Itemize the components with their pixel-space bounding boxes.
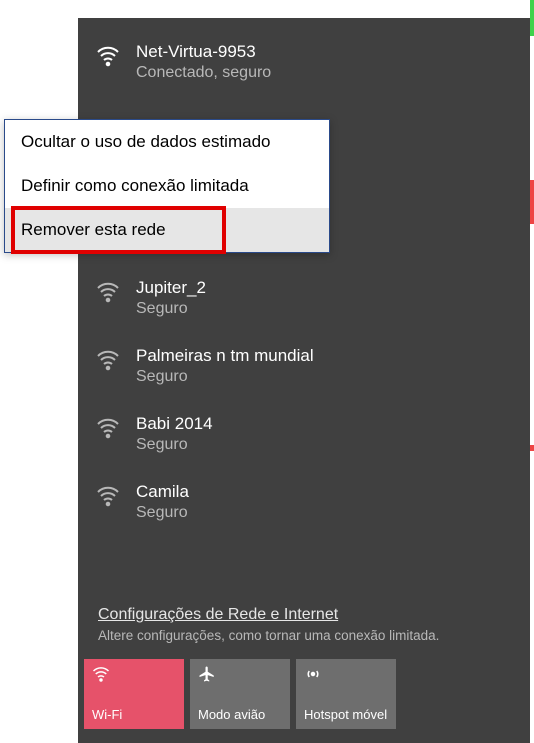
network-item[interactable]: Camila Seguro [78, 468, 530, 536]
wifi-icon [96, 44, 120, 68]
network-name: Net-Virtua-9953 [136, 42, 271, 62]
network-context-menu: Ocultar o uso de dados estimado Definir … [4, 119, 330, 253]
edge-marker-icon [530, 445, 534, 451]
wifi-tile[interactable]: Wi-Fi [84, 659, 184, 729]
menu-forget-network[interactable]: Remover esta rede [5, 208, 329, 252]
tile-label: Wi-Fi [92, 708, 176, 723]
quick-action-tiles: Wi-Fi Modo avião Hotspot móvel [78, 653, 530, 743]
network-list: Net-Virtua-9953 Conectado, seguro Jupite… [78, 18, 530, 604]
network-status: Seguro [136, 300, 206, 318]
wifi-icon [92, 665, 176, 683]
network-settings-link[interactable]: Configurações de Rede e Internet [98, 606, 510, 624]
hotspot-icon [304, 665, 388, 683]
wifi-icon [96, 280, 120, 304]
tile-label: Hotspot móvel [304, 708, 388, 723]
tile-label: Modo avião [198, 708, 282, 723]
edge-marker-icon [530, 0, 534, 36]
settings-description: Altere configurações, como tornar uma co… [98, 628, 510, 643]
network-item[interactable]: Jupiter_2 Seguro [78, 264, 530, 332]
airplane-icon [198, 665, 282, 683]
network-item-connected[interactable]: Net-Virtua-9953 Conectado, seguro [78, 18, 530, 96]
network-status: Conectado, seguro [136, 64, 271, 82]
network-name: Jupiter_2 [136, 278, 206, 298]
menu-hide-data-usage[interactable]: Ocultar o uso de dados estimado [5, 120, 329, 164]
airplane-mode-tile[interactable]: Modo avião [190, 659, 290, 729]
network-item[interactable]: Palmeiras n tm mundial Seguro [78, 332, 530, 400]
hotspot-tile[interactable]: Hotspot móvel [296, 659, 396, 729]
network-status: Seguro [136, 368, 314, 386]
menu-item-label: Remover esta rede [21, 220, 166, 239]
network-name: Camila [136, 482, 189, 502]
edge-marker-icon [530, 180, 534, 224]
network-name: Babi 2014 [136, 414, 213, 434]
network-status: Seguro [136, 504, 189, 522]
network-item[interactable]: Babi 2014 Seguro [78, 400, 530, 468]
wifi-icon [96, 484, 120, 508]
network-status: Seguro [136, 436, 213, 454]
network-name: Palmeiras n tm mundial [136, 346, 314, 366]
wifi-icon [96, 348, 120, 372]
menu-set-metered[interactable]: Definir como conexão limitada [5, 164, 329, 208]
settings-area: Configurações de Rede e Internet Altere … [78, 604, 530, 653]
wifi-icon [96, 416, 120, 440]
